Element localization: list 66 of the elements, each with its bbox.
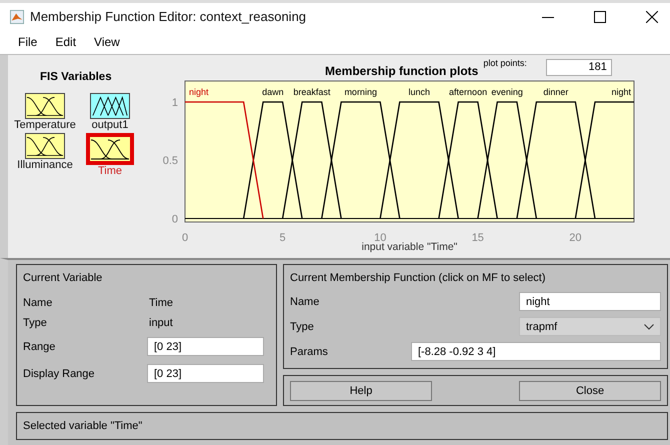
tick-label: 10: [374, 232, 386, 244]
curve-label: afternoon: [449, 87, 488, 97]
field-label: Display Range: [23, 368, 96, 380]
membership-curve[interactable]: [438, 101, 498, 219]
curve-label: lunch: [408, 87, 430, 97]
field-label: Type: [23, 317, 48, 329]
type-dropdown[interactable]: trapmf: [519, 317, 661, 336]
plot-points-label: plot points:: [483, 58, 527, 68]
app-icon: [10, 10, 24, 24]
maximize-icon[interactable]: [594, 10, 606, 22]
panel-title: Current Membership Function (click on MF to select): [290, 272, 546, 284]
variable-label: Illuminance: [17, 159, 73, 171]
tick-label: 15: [472, 232, 484, 244]
name-field[interactable]: night: [519, 292, 661, 311]
tick-label: 5: [280, 232, 286, 244]
membership-curve[interactable]: [321, 101, 400, 219]
tick-label: 0.5: [162, 155, 178, 168]
chart-title: Membership function plots: [325, 64, 478, 78]
curve-label: night: [611, 87, 631, 97]
field-label: Type: [290, 320, 315, 332]
tick-label: 0: [182, 232, 188, 244]
membership-curve[interactable]: [477, 101, 538, 219]
status-text: Selected variable "Time": [23, 420, 142, 432]
menu-item[interactable]: File: [18, 35, 38, 49]
curve-label: night: [189, 87, 209, 97]
curve-label: morning: [344, 87, 377, 97]
variable-icon[interactable]: [25, 133, 65, 159]
membership-curve[interactable]: [380, 101, 459, 219]
params-field[interactable]: [-8.28 -0.92 3 4]: [411, 342, 661, 361]
curve-label: breakfast: [293, 87, 330, 97]
axis-label: input variable "Time": [362, 241, 458, 253]
text-field[interactable]: [0 23]: [147, 337, 264, 356]
variable-label: output1: [92, 119, 128, 131]
variable-label: Time: [98, 165, 122, 177]
push-button[interactable]: Close: [519, 380, 661, 400]
close-icon[interactable]: [646, 10, 658, 22]
field-value: Time: [148, 297, 174, 309]
menu-item[interactable]: View: [94, 35, 120, 49]
field-value: input: [148, 317, 174, 329]
field-label: Range: [23, 340, 56, 352]
panel-title: FIS Variables: [40, 71, 112, 83]
tick-label: 0: [172, 214, 178, 226]
variable-label: Temperature: [14, 119, 76, 131]
tick-label: 20: [569, 232, 582, 244]
field-label: Name: [290, 296, 320, 308]
membership-curve[interactable]: [242, 101, 303, 219]
curve-label: dawn: [262, 87, 284, 97]
field-label: Name: [23, 297, 54, 309]
variable-icon[interactable]: [25, 93, 65, 119]
push-button[interactable]: Help: [290, 380, 432, 400]
window-title: Membership Function Editor: context_reasoning: [30, 9, 306, 24]
curve-label: evening: [491, 87, 523, 97]
membership-curve[interactable]: [574, 101, 634, 219]
plot-points-field[interactable]: 181: [546, 58, 612, 76]
field-label: Params: [290, 346, 329, 358]
tick-label: 1: [172, 96, 178, 109]
chevron-icon: [644, 324, 654, 330]
curve-label: dinner: [543, 87, 568, 97]
menu-item[interactable]: Edit: [55, 35, 76, 49]
membership-curve[interactable]: [516, 101, 596, 219]
panel-title: Current Variable: [23, 272, 104, 284]
membership-curve[interactable]: [185, 101, 264, 219]
membership-curve[interactable]: [282, 101, 342, 219]
variable-icon[interactable]: [86, 133, 134, 165]
text-field[interactable]: [0 23]: [147, 364, 264, 383]
variable-icon[interactable]: [90, 93, 130, 119]
